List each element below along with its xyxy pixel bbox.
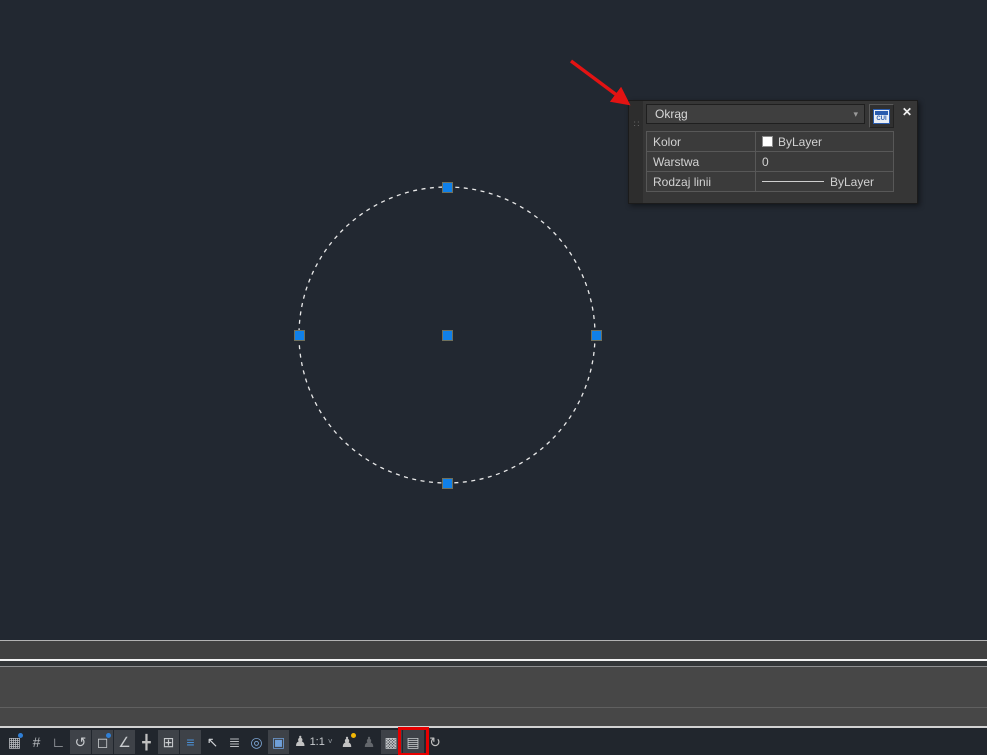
monitor-icon: ▣ bbox=[272, 735, 285, 749]
property-label: Warstwa bbox=[646, 151, 756, 172]
status-bar: ▦#∟↺◻∠╋⊞≡↖≣◎▣♟1:1˅♟♟▩▤↻ bbox=[0, 728, 987, 755]
selection-cycling-button[interactable]: ↖ bbox=[202, 730, 223, 754]
polar-tracking-button[interactable]: ↺ bbox=[70, 730, 91, 754]
magnifier-button[interactable]: ◎ bbox=[246, 730, 267, 754]
lineweight-button[interactable]: ≡ bbox=[180, 730, 201, 754]
annotation-person-icon: ♟ bbox=[294, 733, 307, 750]
property-value[interactable]: 0 bbox=[755, 151, 894, 172]
isometric-drafting-button[interactable]: ◻ bbox=[92, 730, 113, 754]
layers-icon: ≣ bbox=[229, 735, 241, 749]
command-band-2 bbox=[0, 708, 987, 726]
ortho-mode-icon: ∟ bbox=[52, 735, 66, 749]
grip-top[interactable] bbox=[442, 182, 453, 193]
object-snap-tracking-icon: ∠ bbox=[118, 735, 131, 749]
property-row: Rodzaj linii ByLayer bbox=[646, 171, 894, 192]
quick-properties-button[interactable]: ▤ bbox=[403, 730, 424, 754]
cui-icon: CUI bbox=[873, 109, 890, 124]
chevron-down-icon: ˅ bbox=[328, 737, 333, 746]
autoscale-badge-icon bbox=[351, 733, 356, 738]
grid-display-button[interactable]: # bbox=[26, 730, 47, 754]
property-value[interactable]: ByLayer bbox=[755, 171, 894, 192]
linetype-sample bbox=[762, 181, 824, 182]
quick-properties-icon: ▤ bbox=[406, 735, 419, 749]
dynamic-input-button[interactable]: ⊞ bbox=[158, 730, 179, 754]
property-row: Warstwa 0 bbox=[646, 151, 894, 172]
object-snap-button[interactable]: ╋ bbox=[136, 730, 157, 754]
checkerboard-button[interactable]: ▩ bbox=[381, 730, 402, 754]
property-value-text: ByLayer bbox=[778, 135, 822, 149]
grip-center[interactable] bbox=[442, 330, 453, 341]
property-table: Kolor ByLayer Warstwa 0 Rodzaj linii ByLayer bbox=[646, 131, 894, 192]
grip-left[interactable] bbox=[294, 330, 305, 341]
autoscale-button[interactable]: ♟ bbox=[337, 730, 358, 754]
dynamic-input-icon: ⊞ bbox=[163, 735, 175, 749]
selection-cycling-icon: ↖ bbox=[207, 735, 219, 749]
object-type-dropdown[interactable]: Okrąg ▾ bbox=[646, 104, 865, 124]
lineweight-icon: ≡ bbox=[186, 735, 194, 749]
close-icon[interactable]: ✕ bbox=[902, 106, 912, 118]
chevron-down-icon: ▾ bbox=[853, 109, 858, 120]
refresh-icon: ↻ bbox=[429, 735, 441, 749]
panel-body: Okrąg ▾ CUI Kolor ByLayer Warstwa 0 Rodzaj l… bbox=[643, 101, 897, 203]
grip-right[interactable] bbox=[591, 330, 602, 341]
annotation-visibility-icon: ♟ bbox=[363, 735, 376, 749]
docked-band-1 bbox=[0, 641, 987, 659]
refresh-button[interactable]: ↻ bbox=[425, 730, 446, 754]
property-table-partial-row bbox=[646, 191, 894, 198]
polar-tracking-icon: ↺ bbox=[75, 735, 87, 749]
grip-bottom[interactable] bbox=[442, 478, 453, 489]
autocad-window: ∷ Okrąg ▾ CUI Kolor ByLayer Warstwa 0 Rodzaj… bbox=[0, 0, 987, 755]
panel-gripper[interactable]: ∷ bbox=[629, 101, 643, 203]
magnifier-icon: ◎ bbox=[250, 735, 262, 749]
annotation-visibility-button[interactable]: ♟ bbox=[359, 730, 380, 754]
snap-grid-button[interactable]: ▦ bbox=[4, 730, 25, 754]
object-snap-icon: ╋ bbox=[142, 735, 150, 749]
command-band bbox=[0, 667, 987, 707]
panel-right-strip: ✕ bbox=[897, 101, 917, 203]
isometric-drafting-badge-icon bbox=[106, 733, 111, 738]
property-value-text: ByLayer bbox=[830, 175, 874, 189]
property-label: Kolor bbox=[646, 131, 756, 152]
property-row: Kolor ByLayer bbox=[646, 131, 894, 152]
ortho-mode-button[interactable]: ∟ bbox=[48, 730, 69, 754]
checkerboard-icon: ▩ bbox=[384, 735, 397, 749]
gripper-dots-icon: ∷ bbox=[634, 119, 639, 129]
cui-customize-button[interactable]: CUI bbox=[869, 104, 894, 128]
object-type-value: Okrąg bbox=[655, 107, 688, 121]
property-value-text: 0 bbox=[762, 155, 769, 169]
monitor-button[interactable]: ▣ bbox=[268, 730, 289, 754]
object-snap-tracking-button[interactable]: ∠ bbox=[114, 730, 135, 754]
grid-display-icon: # bbox=[33, 735, 41, 749]
layers-button[interactable]: ≣ bbox=[224, 730, 245, 754]
annotation-scale-control[interactable]: ♟1:1˅ bbox=[291, 730, 336, 754]
property-value[interactable]: ByLayer bbox=[755, 131, 894, 152]
property-label: Rodzaj linii bbox=[646, 171, 756, 192]
color-swatch bbox=[762, 136, 773, 147]
snap-grid-badge-icon bbox=[18, 733, 23, 738]
annotation-scale-value: 1:1 bbox=[310, 736, 325, 748]
quick-properties-panel: ∷ Okrąg ▾ CUI Kolor ByLayer Warstwa 0 Rodzaj… bbox=[628, 100, 918, 204]
